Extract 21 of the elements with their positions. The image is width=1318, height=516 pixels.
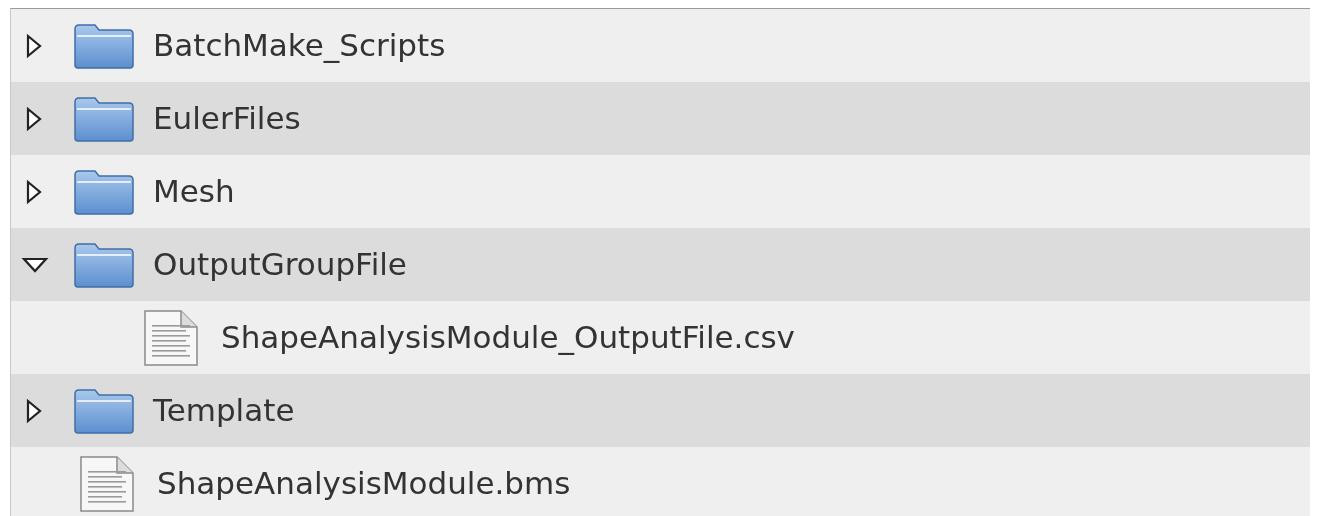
tree-row[interactable]: Mesh	[11, 155, 1310, 228]
folder-name: Mesh	[153, 172, 235, 212]
tree-row[interactable]: ShapeAnalysisModule_OutputFile.csv	[11, 301, 1310, 374]
tree-row[interactable]: ShapeAnalysisModule.bms	[11, 447, 1310, 516]
folder-icon	[73, 241, 135, 288]
tree-row[interactable]: OutputGroupFile	[11, 228, 1310, 301]
file-icon	[143, 308, 199, 367]
folder-icon	[73, 168, 135, 215]
tree-row[interactable]: EulerFiles	[11, 82, 1310, 155]
folder-icon	[73, 95, 135, 142]
tree-row[interactable]: Template	[11, 374, 1310, 447]
tree-row[interactable]: BatchMake_Scripts	[11, 9, 1310, 82]
folder-name: BatchMake_Scripts	[153, 26, 446, 66]
folder-name: EulerFiles	[153, 99, 301, 139]
folder-name: Template	[153, 391, 295, 431]
file-name: ShapeAnalysisModule.bms	[157, 464, 571, 504]
file-name: ShapeAnalysisModule_OutputFile.csv	[221, 318, 795, 358]
folder-icon	[73, 22, 135, 69]
file-icon	[79, 454, 135, 513]
folder-icon	[73, 387, 135, 434]
folder-name: OutputGroupFile	[153, 245, 407, 285]
